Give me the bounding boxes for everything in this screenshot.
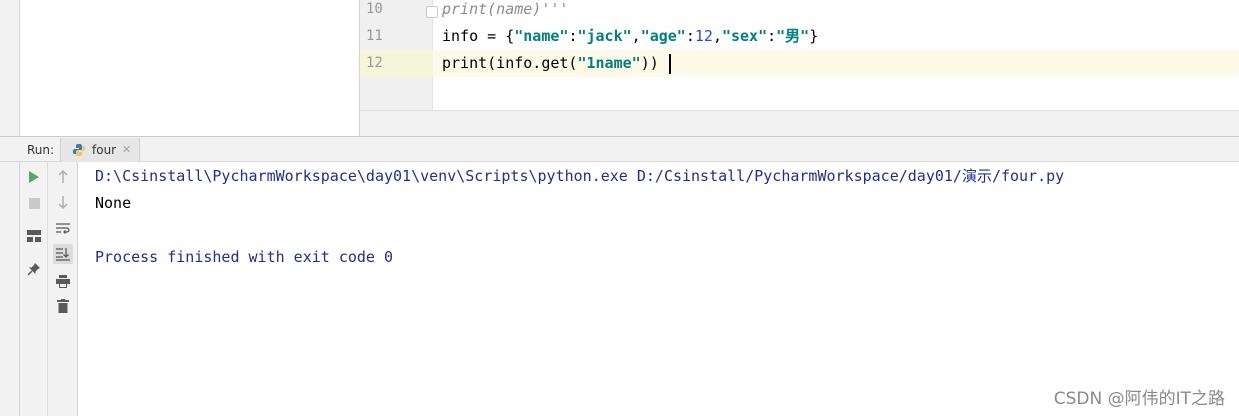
pin-icon[interactable] <box>24 259 44 279</box>
code-token: : <box>767 27 777 45</box>
code-line-10[interactable]: print(name)''' <box>434 0 1239 23</box>
code-line-11[interactable]: info = {"name":"jack","age":12,"sex":"男"… <box>434 23 1239 50</box>
console-exit-message[interactable]: Process finished with exit code 0 <box>95 244 393 271</box>
code-token: )) <box>640 54 659 72</box>
code-line-12[interactable]: print(info.get("1name")) <box>434 50 1239 77</box>
code-token: } <box>809 27 819 45</box>
python-icon <box>73 144 85 156</box>
run-label: Run: <box>27 143 55 157</box>
number-token: 12 <box>694 27 713 45</box>
text-caret <box>668 53 671 74</box>
tool-window-strip <box>0 162 20 416</box>
run-tool-window-header: Run: four ✕ <box>0 136 1239 162</box>
string-token: "name" <box>514 27 569 45</box>
code-token: print(info.get( <box>442 54 578 72</box>
line-number-current: 12 <box>360 50 433 77</box>
run-toolbar-primary <box>20 162 48 416</box>
up-arrow-icon[interactable] <box>53 167 73 187</box>
stop-icon[interactable] <box>24 193 44 213</box>
trash-icon[interactable] <box>53 296 73 316</box>
string-token: "jack" <box>577 27 632 45</box>
run-toolbar-secondary <box>48 162 78 416</box>
run-tab-label: four <box>92 143 117 157</box>
layout-icon[interactable] <box>24 226 44 246</box>
string-token: "男" <box>776 27 810 45</box>
string-token: "sex" <box>721 27 768 45</box>
line-number-gutter: 10 11 12 <box>360 0 438 110</box>
print-icon[interactable] <box>53 271 73 291</box>
scroll-to-end-icon[interactable] <box>53 244 73 264</box>
close-icon[interactable]: ✕ <box>122 138 131 162</box>
watermark: CSDN @阿伟的IT之路 <box>1053 389 1225 409</box>
console-output-line[interactable]: None <box>95 190 131 217</box>
string-token: "age" <box>640 27 686 45</box>
string-token: "1name" <box>577 54 641 72</box>
code-editor[interactable]: print(name)''' info = {"name":"jack","ag… <box>434 0 1239 110</box>
project-tool-strip <box>0 0 20 136</box>
code-token: , <box>712 27 722 45</box>
run-icon[interactable] <box>24 167 44 187</box>
editor-area: 10 11 12 print(name)''' info = {"name":"… <box>0 0 1239 136</box>
soft-wrap-icon[interactable] <box>53 219 73 239</box>
project-tree-panel <box>20 0 360 136</box>
line-number: 10 <box>366 1 383 17</box>
code-token: : <box>685 27 695 45</box>
run-console[interactable]: D:\Csinstall\PycharmWorkspace\day01\venv… <box>78 162 1239 416</box>
code-token: , <box>631 27 641 45</box>
console-command-line[interactable]: D:\Csinstall\PycharmWorkspace\day01\venv… <box>95 163 1064 190</box>
run-tab-four[interactable]: four ✕ <box>60 138 140 162</box>
code-token: info = { <box>442 27 515 45</box>
down-arrow-icon[interactable] <box>53 192 73 212</box>
editor-status-area <box>360 110 1239 136</box>
line-number: 11 <box>366 28 383 44</box>
